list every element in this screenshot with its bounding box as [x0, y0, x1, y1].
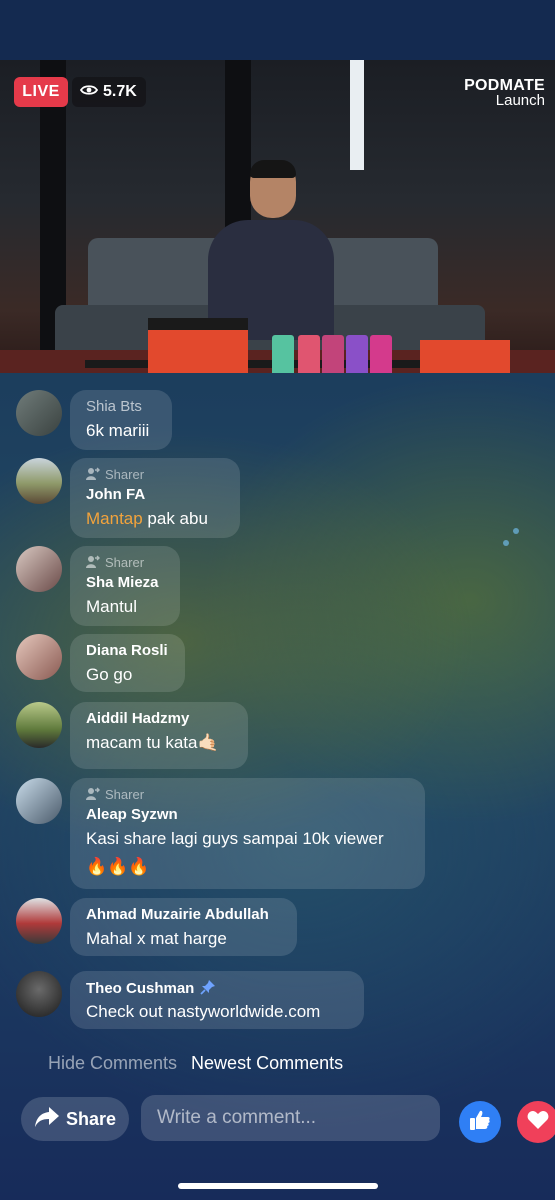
comment-bubble[interactable]: Diana Rosli Go go	[70, 634, 185, 692]
heart-icon	[527, 1110, 549, 1135]
brand-logo: PODMATE Launch	[450, 77, 545, 109]
commenter-name-text: Theo Cushman	[86, 980, 195, 997]
brand-logo-line1: PODMATE	[464, 77, 545, 94]
home-indicator[interactable]	[178, 1183, 378, 1189]
hide-comments-link[interactable]: Hide Comments	[48, 1053, 177, 1073]
share-arrow-icon	[34, 1106, 60, 1133]
comment-text: Go go	[86, 665, 133, 684]
viewer-count: 5.7K	[103, 83, 137, 100]
avatar[interactable]	[16, 390, 62, 436]
viewer-count-badge[interactable]: 5.7K	[72, 77, 146, 107]
sparkle	[513, 528, 519, 534]
sharer-label: Sharer	[105, 467, 145, 482]
comment-text: Mantul	[86, 597, 138, 616]
avatar[interactable]	[16, 634, 62, 680]
avatar[interactable]	[16, 458, 62, 504]
sharer-label: Sharer	[105, 787, 145, 802]
comment-text: Mantap pak abu	[86, 508, 224, 530]
person-share-icon	[86, 787, 100, 803]
commenter-name[interactable]: Ahmad Muzairie Abdullah	[86, 906, 281, 926]
status-bar-area	[0, 0, 555, 60]
comment-bubble[interactable]: Theo Cushman Check out nastyworldwide.co…	[70, 971, 364, 1029]
pin-icon	[200, 979, 216, 999]
sharer-tag: Sharer	[86, 466, 224, 483]
video-scene-product-can	[272, 335, 294, 373]
video-scene-product-can	[346, 335, 368, 373]
comment-text-emoji: 🔥🔥🔥	[86, 857, 150, 876]
video-scene-light	[350, 60, 364, 170]
avatar[interactable]	[16, 778, 62, 824]
avatar[interactable]	[16, 898, 62, 944]
sharer-label: Sharer	[105, 555, 145, 570]
commenter-name[interactable]: Diana Rosli	[86, 642, 169, 662]
commenter-name[interactable]: Shia Bts	[86, 398, 156, 418]
comment-text: Kasi share lagi guys sampai 10k viewer	[86, 829, 384, 848]
comment-bubble[interactable]: Sharer Aleap Syzwn Kasi share lagi guys …	[70, 778, 425, 889]
share-label: Share	[65, 1108, 117, 1129]
highlighted-word: Mantap	[86, 509, 143, 528]
comment-bubble[interactable]: Sharer Sha Mieza Mantul	[70, 546, 180, 626]
comment-bubble[interactable]: Sharer John FA Mantap pak abu	[70, 458, 240, 538]
comment-text: Mahal x mat harge	[86, 929, 227, 948]
avatar[interactable]	[16, 971, 62, 1017]
like-button[interactable]	[459, 1101, 501, 1143]
brand-logo-line2: Launch	[495, 92, 545, 109]
comment-bubble[interactable]: Ahmad Muzairie Abdullah Mahal x mat harg…	[70, 898, 297, 956]
share-button[interactable]: Share	[21, 1097, 129, 1141]
sparkle	[503, 540, 509, 546]
comment-controls: Hide Comments Newest Comments	[48, 1053, 343, 1074]
video-scene-host-hair	[250, 160, 296, 178]
thumbs-up-icon	[469, 1109, 491, 1136]
person-share-icon	[86, 555, 100, 571]
commenter-name[interactable]: Aleap Syzwn	[86, 806, 409, 826]
newest-comments-link[interactable]: Newest Comments	[191, 1053, 343, 1073]
comment-bubble[interactable]: Aiddil Hadzmy macam tu kata🤙🏻	[70, 702, 248, 769]
avatar[interactable]	[16, 546, 62, 592]
comment-text: Check out nastyworldwide.com	[86, 1002, 321, 1021]
comment-text-rest: pak abu	[142, 509, 208, 528]
eye-icon	[79, 83, 99, 101]
video-scene-product-box	[420, 340, 510, 373]
person-share-icon	[86, 467, 100, 483]
commenter-name[interactable]: Aiddil Hadzmy	[86, 710, 232, 730]
commenter-name[interactable]: Theo Cushman	[86, 979, 348, 999]
comment-text: 6k mariii	[86, 421, 150, 440]
love-button[interactable]	[517, 1101, 555, 1143]
comment-bubble[interactable]: Shia Bts 6k mariii	[70, 390, 172, 450]
live-label: LIVE	[22, 83, 60, 100]
video-scene-launchpack-box	[148, 330, 248, 373]
commenter-name[interactable]: John FA	[86, 486, 224, 506]
commenter-name[interactable]: Sha Mieza	[86, 574, 164, 594]
comment-input[interactable]	[141, 1095, 440, 1141]
video-scene-product-can	[370, 335, 392, 373]
video-scene-product-can	[298, 335, 320, 373]
sharer-tag: Sharer	[86, 786, 409, 803]
live-badge: LIVE	[14, 77, 68, 107]
comment-text: macam tu kata🤙🏻	[86, 733, 219, 752]
sharer-tag: Sharer	[86, 554, 164, 571]
video-scene-product-can	[322, 335, 344, 373]
avatar[interactable]	[16, 702, 62, 748]
